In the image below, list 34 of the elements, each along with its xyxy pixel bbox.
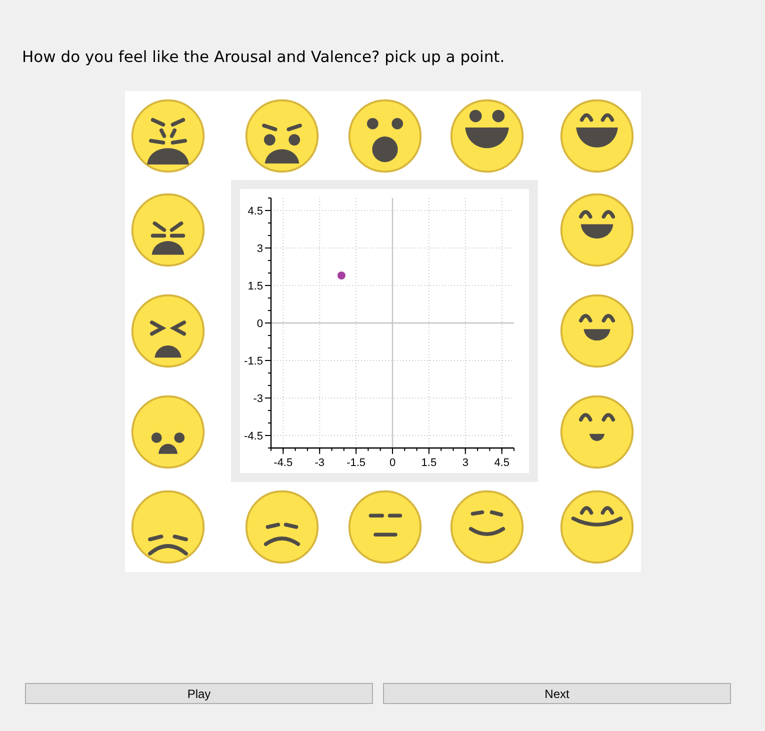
tick-label: 4.5 xyxy=(494,457,510,469)
beaming-face-icon xyxy=(559,192,635,268)
tick-label: -3 xyxy=(314,457,324,469)
tick-label: -1.5 xyxy=(244,356,263,368)
play-button[interactable]: Play xyxy=(25,683,373,704)
tick-label: 1.5 xyxy=(248,280,263,292)
tick-label: 4.5 xyxy=(248,206,263,218)
blissful-face-icon xyxy=(559,489,635,565)
tick-label: -1.5 xyxy=(346,457,366,469)
tick-label: -4.5 xyxy=(274,457,293,469)
tick-label: -4.5 xyxy=(244,430,263,442)
content-face-icon xyxy=(449,489,525,565)
tick-label: 1.5 xyxy=(421,457,437,469)
excited-face-icon xyxy=(449,98,525,174)
unhappy-face-icon xyxy=(244,489,320,565)
tick-label: 0 xyxy=(389,457,396,469)
question-text: How do you feel like the Arousal and Valence? pick up a point. xyxy=(22,48,505,66)
astonished-face-icon xyxy=(346,98,422,174)
neutral-face-icon xyxy=(346,489,422,565)
sad-face-icon xyxy=(130,489,206,565)
tormented-face-icon xyxy=(130,292,206,368)
tick-label: 3 xyxy=(256,243,263,255)
angry-face-icon xyxy=(244,98,320,174)
anguished-face-icon xyxy=(130,192,206,268)
next-button[interactable]: Next xyxy=(383,683,731,704)
furious-face-icon xyxy=(130,98,206,174)
laughing-face-icon xyxy=(559,98,635,174)
cheerful-face-icon xyxy=(559,292,635,368)
tick-label: 0 xyxy=(256,318,263,330)
worried-face-icon xyxy=(130,394,206,470)
tick-label: 3 xyxy=(462,457,468,469)
chart-panel[interactable]: -4.5 -3 -1.5 0 1.5 3 4.5 -4.5 -3 -1.5 0 1.5 3 4.5 xyxy=(231,180,538,482)
happy-face-icon xyxy=(559,394,635,470)
tick-label: -3 xyxy=(253,393,263,405)
